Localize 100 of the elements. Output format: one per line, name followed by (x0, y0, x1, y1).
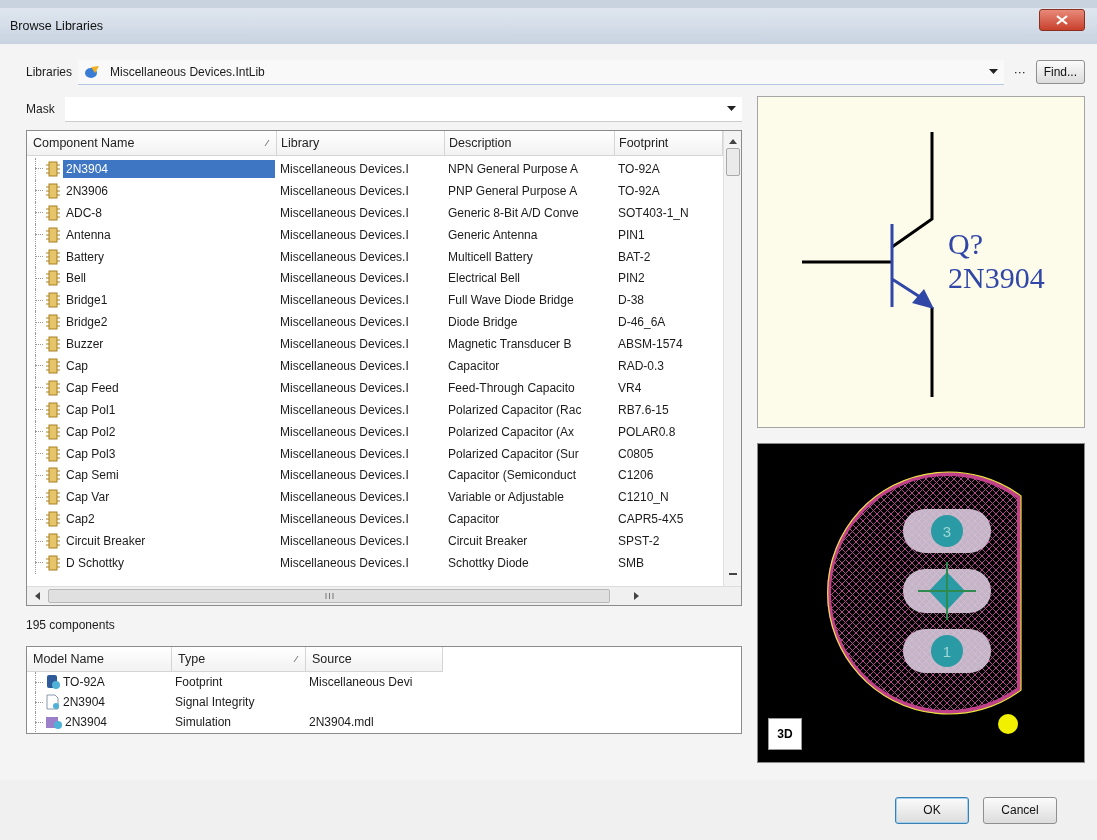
description-cell-text: PNP General Purpose A (447, 183, 579, 198)
ok-button[interactable]: OK (895, 796, 969, 824)
vertical-scrollbar[interactable] (723, 131, 741, 586)
footprint-cell-text: PIN1 (617, 227, 646, 242)
footprint-cell-text: BAT-2 (617, 249, 652, 264)
component-icon (45, 204, 61, 221)
library-cell-text: Miscellaneous Devices.I (279, 446, 410, 461)
horizontal-scrollbar[interactable] (27, 586, 741, 605)
description-cell-text: NPN General Purpose A (447, 161, 580, 176)
scroll-up-icon (728, 139, 737, 144)
footprint-cell-text: D-46_6A (617, 315, 667, 330)
description-cell-text: Multicell Battery (447, 249, 534, 264)
document-icon (45, 694, 61, 710)
component-name[interactable]: Antenna (63, 225, 275, 244)
library-cell-text: Miscellaneous Devices.I (279, 380, 410, 395)
footprint-cell-text: SOT403-1_N (617, 205, 690, 220)
footprint-cell-text: TO-92A (617, 161, 661, 176)
library-cell-text: Miscellaneous Devices.I (279, 337, 410, 352)
window-title: Browse Libraries (10, 19, 104, 33)
component-icon (45, 292, 61, 309)
description-cell-text: Feed-Through Capacito (447, 380, 576, 395)
component-name[interactable]: Buzzer (63, 335, 275, 354)
component-name[interactable]: Circuit Breaker (63, 532, 275, 551)
component-name[interactable]: Bridge1 (63, 291, 275, 310)
grip-icon (324, 593, 334, 599)
component-name[interactable]: Cap (63, 356, 275, 375)
component-count: 195 components (26, 618, 116, 632)
close-button[interactable] (1039, 9, 1085, 31)
model-name[interactable]: 2N3904 (63, 695, 106, 709)
model-type: Footprint (174, 675, 224, 689)
component-name[interactable]: Cap Feed (63, 378, 275, 397)
scroll-thumb[interactable] (48, 589, 610, 603)
column-header[interactable]: Model Name (27, 647, 172, 671)
library-cell-text: Miscellaneous Devices.I (279, 358, 410, 373)
library-cell-text: Miscellaneous Devices.I (279, 402, 410, 417)
component-icon (45, 248, 61, 265)
library-cell-text: Miscellaneous Devices.I (279, 315, 410, 330)
component-name[interactable]: 2N3906 (63, 181, 275, 200)
component-icon (45, 554, 61, 571)
library-cell-text: Miscellaneous Devices.I (279, 161, 410, 176)
component-name[interactable]: Battery (63, 247, 275, 266)
component-name[interactable]: Bell (63, 269, 275, 288)
caret-icon (988, 69, 998, 74)
component-name[interactable]: Cap Var (63, 488, 275, 507)
component-name[interactable]: 2N3904 (63, 159, 275, 178)
description-cell-text: Capacitor (Semiconduct (447, 468, 578, 483)
component-name[interactable]: Cap Semi (63, 466, 275, 485)
simulation-model-icon (45, 714, 63, 730)
model-name[interactable]: 2N3904 (65, 715, 108, 729)
component-name[interactable]: Cap Pol2 (63, 422, 275, 441)
component-icon (45, 511, 61, 528)
library-icon (84, 64, 101, 79)
footprint-cell-text: POLAR0.8 (617, 424, 677, 439)
component-name[interactable]: Cap2 (63, 510, 275, 529)
footprint-cell-text: C1206 (617, 468, 655, 483)
library-cell-text: Miscellaneous Devices.I (279, 468, 410, 483)
component-name[interactable]: D Schottky (63, 553, 275, 572)
cancel-button[interactable]: Cancel (983, 796, 1057, 824)
component-name[interactable]: ADC-8 (63, 203, 275, 222)
description-cell-text: Diode Bridge (447, 315, 519, 330)
libraries-dropdown[interactable]: Miscellaneous Devices.IntLib (78, 59, 1004, 85)
close-icon (1056, 15, 1068, 25)
model-source: 2N3904.mdl (308, 715, 375, 729)
column-header[interactable]: Library (277, 131, 445, 155)
caret-icon (727, 106, 736, 111)
description-cell-text: Generic Antenna (447, 227, 539, 242)
component-icon (45, 423, 61, 440)
footprint-cell-text: PIN2 (617, 271, 646, 286)
footprint-cell-text: VR4 (617, 380, 643, 395)
component-name[interactable]: Cap Pol1 (63, 400, 275, 419)
component-name[interactable]: Bridge2 (63, 313, 275, 332)
library-cell-text: Miscellaneous Devices.I (279, 490, 410, 505)
scroll-thumb[interactable] (725, 148, 740, 176)
column-header[interactable]: Source (306, 647, 443, 671)
library-cell-text: Miscellaneous Devices.I (279, 512, 410, 527)
model-type: Signal Integrity (174, 695, 256, 709)
library-cell-text: Miscellaneous Devices.I (279, 249, 410, 264)
model-name[interactable]: TO-92A (63, 675, 105, 689)
column-header[interactable]: Type (172, 647, 306, 671)
mask-dropdown[interactable] (64, 96, 742, 122)
scroll-down-icon (728, 573, 737, 576)
library-cell-text: Miscellaneous Devices.I (279, 183, 410, 198)
3d-view-button[interactable]: 3D (768, 718, 802, 750)
column-header[interactable]: Description (445, 131, 615, 155)
component-icon (45, 489, 61, 506)
description-cell-text: Polarized Capacitor (Sur (447, 446, 580, 461)
libraries-label: Libraries (26, 65, 73, 79)
description-cell-text: Electrical Bell (447, 271, 522, 286)
find-button[interactable]: Find... (1035, 60, 1085, 84)
description-cell-text: Polarized Capacitor (Rac (447, 402, 583, 417)
component-icon (45, 314, 61, 331)
more-button[interactable]: ··· (1009, 65, 1030, 79)
mask-label: Mask (26, 102, 55, 116)
part-name-text: 2N3904 (948, 261, 1045, 295)
footprint-cell-text: RAD-0.3 (617, 358, 665, 373)
footprint-cell-text: RB7.6-15 (617, 402, 670, 417)
library-cell-text: Miscellaneous Devices.I (279, 555, 410, 570)
column-header[interactable]: Component Name (27, 131, 277, 155)
component-name[interactable]: Cap Pol3 (63, 444, 275, 463)
component-icon (45, 401, 61, 418)
